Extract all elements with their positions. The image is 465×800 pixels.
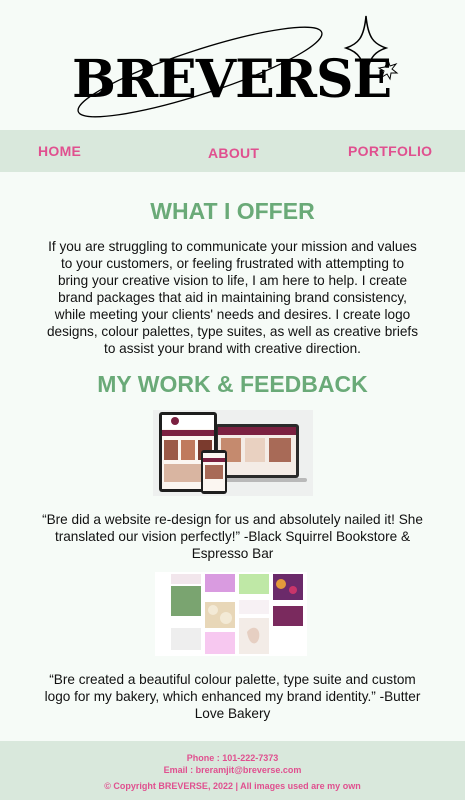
- nav-home-link[interactable]: HOME: [38, 143, 81, 159]
- work-heading: MY WORK & FEEDBACK: [97, 371, 368, 397]
- offer-description: If you are struggling to communicate you…: [47, 239, 418, 356]
- offer-heading: WHAT I OFFER: [150, 198, 315, 224]
- feedback-quote-bakery: “Bre created a beautiful colour palette,…: [44, 672, 421, 721]
- website-mockup-image[interactable]: [153, 410, 313, 496]
- nav-about-link[interactable]: ABOUT: [208, 145, 259, 161]
- bakery-palette-image[interactable]: [155, 572, 307, 656]
- nav-portfolio-link[interactable]: PORTFOLIO: [348, 143, 432, 159]
- feedback-quote-bookstore: “Bre did a website re-design for us and …: [42, 512, 423, 561]
- brand-logo[interactable]: BREVERSE: [72, 48, 392, 112]
- nav-bar: HOME ABOUT PORTFOLIO: [0, 130, 465, 172]
- footer-phone: Phone : 101-222-7373: [186, 753, 279, 763]
- footer: Phone : 101-222-7373 Email : breramjit@b…: [0, 741, 465, 800]
- footer-copyright: © Copyright BREVERSE, 2022 | All images …: [104, 781, 361, 791]
- header: BREVERSE: [0, 0, 465, 130]
- footer-email[interactable]: Email : breramjit@breverse.com: [0, 765, 465, 775]
